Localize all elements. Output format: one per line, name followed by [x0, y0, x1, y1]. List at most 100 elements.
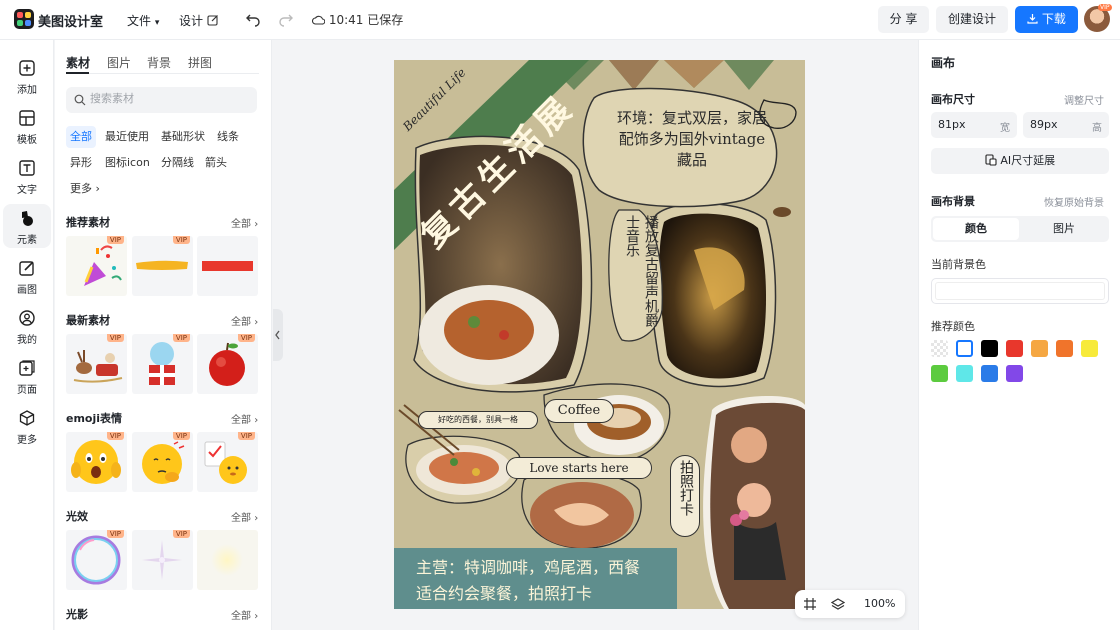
brush-stroke-icon	[136, 260, 188, 270]
save-status-text: 10:41 已保存	[328, 13, 404, 27]
see-all-link[interactable]: 全部 ›	[231, 607, 258, 622]
chip-arrows[interactable]: 箭头	[201, 152, 231, 174]
sparkle-icon	[142, 540, 182, 580]
width-value: 81px	[938, 118, 966, 131]
swatch-white[interactable]	[956, 340, 973, 357]
vip-badge: VIP	[172, 530, 190, 538]
swatch-orange[interactable]	[1056, 340, 1073, 357]
zoom-level[interactable]: 100%	[864, 597, 895, 610]
sidebar-item-templates[interactable]: 模板	[3, 104, 51, 148]
material-sparkle-star[interactable]: VIP	[132, 530, 193, 590]
swatch-yellow[interactable]	[1081, 340, 1098, 357]
save-status: 10:41 已保存	[312, 11, 403, 28]
chip-more[interactable]: 更多 ›	[66, 178, 104, 200]
sidebar-item-mine[interactable]: 我的	[3, 304, 51, 348]
sidebar-item-more[interactable]: 更多	[3, 404, 51, 448]
material-red-apple[interactable]: VIP	[197, 334, 258, 394]
see-all-link[interactable]: 全部 ›	[231, 509, 258, 524]
sidebar-item-label: 元素	[17, 235, 37, 246]
bottom-text-2: 适合约会聚餐，拍照打卡	[416, 584, 593, 603]
search-input[interactable]	[90, 92, 250, 105]
sidebar-item-add[interactable]: 添加	[3, 54, 51, 98]
chip-icons[interactable]: 图标icon	[101, 152, 154, 174]
app-logo-icon[interactable]	[14, 9, 34, 29]
download-button[interactable]: 下载	[1015, 6, 1078, 33]
material-christmas-sleigh[interactable]: VIP	[66, 334, 127, 394]
redo-icon[interactable]	[277, 10, 295, 28]
material-red-bar[interactable]	[197, 236, 258, 296]
chip-all[interactable]: 全部	[66, 126, 96, 148]
material-bubble-ring[interactable]: VIP	[66, 530, 127, 590]
see-all-link[interactable]: 全部 ›	[231, 313, 258, 328]
tab-images[interactable]: 图片	[107, 54, 131, 71]
swatch-blue[interactable]	[981, 365, 998, 382]
width-field[interactable]: 81px 宽	[931, 112, 1017, 138]
vip-badge: VIP	[172, 334, 190, 342]
panel-collapse-handle[interactable]	[273, 309, 283, 361]
tab-materials[interactable]: 素材	[66, 54, 90, 71]
chip-basic-shapes[interactable]: 基础形状	[157, 126, 209, 148]
chevron-right-icon: ›	[254, 415, 259, 426]
chip-recent[interactable]: 最近使用	[101, 126, 153, 148]
cloud-icon	[312, 15, 326, 25]
swatch-purple[interactable]	[1006, 365, 1023, 382]
chip-dividers[interactable]: 分隔线	[157, 152, 198, 174]
swatch-light-orange[interactable]	[1031, 340, 1048, 357]
section-title-emoji: emoji表情	[66, 412, 123, 425]
layers-icon[interactable]	[831, 597, 845, 611]
material-snow-globe[interactable]: VIP	[132, 334, 193, 394]
canvas-size-label: 画布尺寸	[931, 93, 975, 106]
swatch-cyan[interactable]	[956, 365, 973, 382]
vip-badge: VIP	[106, 432, 124, 440]
chip-special-shapes[interactable]: 异形	[66, 152, 96, 174]
tab-backgrounds[interactable]: 背景	[147, 54, 171, 71]
sidebar-item-text[interactable]: 文字	[3, 154, 51, 198]
swatch-black[interactable]	[981, 340, 998, 357]
plus-square-icon	[19, 60, 35, 76]
sidebar-item-elements[interactable]: 元素	[3, 204, 51, 248]
material-glow-dot[interactable]	[197, 530, 258, 590]
design-menu[interactable]: 设计	[179, 12, 219, 29]
swatch-red[interactable]	[1006, 340, 1023, 357]
restore-bg-link[interactable]: 恢复原始背景	[1044, 194, 1104, 209]
swatch-transparent[interactable]	[931, 340, 948, 357]
resize-link[interactable]: 调整尺寸	[1064, 92, 1104, 107]
section-title-light-effects: 光效	[66, 510, 88, 523]
vip-badge: VIP	[237, 432, 255, 440]
create-design-button[interactable]: 创建设计	[936, 6, 1008, 33]
bg-type-image[interactable]: 图片	[1021, 218, 1107, 240]
canvas-bg-label: 画布背景	[931, 195, 975, 208]
material-thinking-emoji[interactable]: VIP	[132, 432, 193, 492]
height-field[interactable]: 89px 高	[1023, 112, 1109, 138]
swatch-green[interactable]	[931, 365, 948, 382]
page-add-icon	[19, 360, 35, 376]
file-menu[interactable]: 文件 ▾	[127, 12, 159, 29]
share-button[interactable]: 分 享	[878, 6, 929, 33]
chevron-right-icon: ›	[254, 611, 259, 622]
vip-badge: VIP	[1098, 4, 1112, 11]
sidebar-item-draw[interactable]: 画图	[3, 254, 51, 298]
undo-icon[interactable]	[244, 10, 262, 28]
coffee-label: Coffee	[544, 399, 614, 423]
see-all-label: 全部	[231, 611, 251, 622]
user-icon	[19, 310, 35, 326]
tab-collage[interactable]: 拼图	[188, 54, 212, 71]
chip-lines[interactable]: 线条	[213, 126, 243, 148]
see-all-link[interactable]: 全部 ›	[231, 411, 258, 426]
material-party-popper[interactable]: VIP	[66, 236, 127, 296]
section-title-latest: 最新素材	[66, 314, 110, 327]
material-yellow-brush[interactable]: VIP	[132, 236, 193, 296]
see-all-link[interactable]: 全部 ›	[231, 215, 258, 230]
bg-type-color[interactable]: 颜色	[933, 218, 1019, 240]
ai-resize-button[interactable]: AI尺寸延展	[931, 148, 1109, 174]
material-shocked-emoji[interactable]: VIP	[66, 432, 127, 492]
sidebar-item-pages[interactable]: 页面	[3, 354, 51, 398]
current-bg-color[interactable]	[931, 278, 1109, 304]
zoom-toolbar: 100%	[795, 590, 905, 618]
design-menu-label: 设计	[179, 14, 204, 28]
grid-icon[interactable]	[803, 597, 817, 611]
material-checklist-emoji[interactable]: VIP	[197, 432, 258, 492]
poster-canvas[interactable]: 复古生活展 Beautiful Life 环境：复式双层，家居配饰多为国外vin…	[394, 60, 805, 609]
red-bar-icon	[202, 261, 253, 271]
template-icon	[19, 110, 35, 126]
